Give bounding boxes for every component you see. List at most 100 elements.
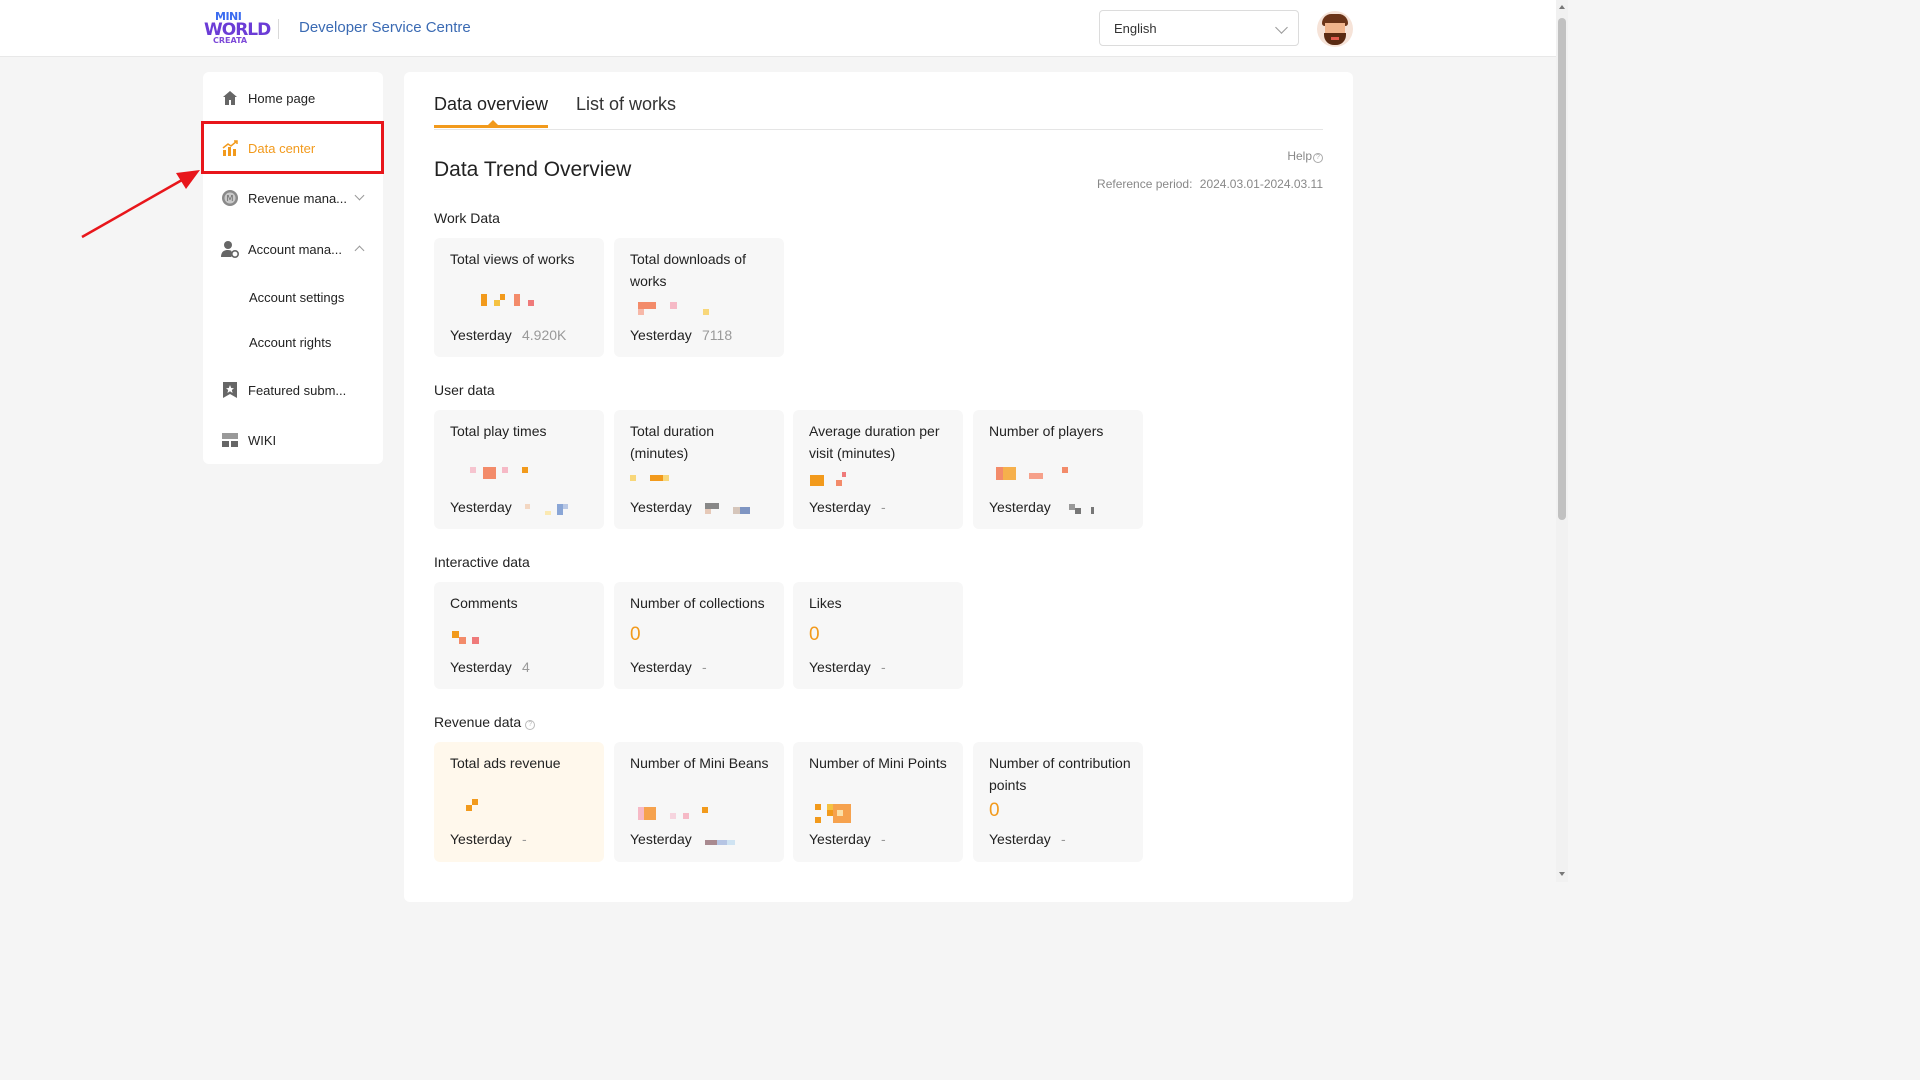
- sidebar-subitem-account-rights[interactable]: Account rights: [249, 335, 331, 350]
- avatar[interactable]: [1317, 11, 1353, 47]
- header-divider: [278, 19, 279, 39]
- stat-card-mini-beans[interactable]: Number of Mini Beans Yesterday: [614, 742, 784, 862]
- stat-card-yesterday-label: Yesterday: [989, 831, 1051, 847]
- section-title-work: Work Data: [434, 210, 500, 226]
- stat-card-yesterday-value: -: [881, 659, 886, 675]
- mini-world-logo[interactable]: MINI WORLD CREATA: [204, 10, 271, 46]
- stat-card-name: Likes: [809, 595, 842, 611]
- reference-period: Reference period: 2024.03.01-2024.03.11: [1097, 177, 1323, 191]
- chevron-down-icon: [1275, 21, 1288, 34]
- chevron-down-icon: [354, 190, 365, 201]
- sidebar-item-label: Home page: [248, 91, 316, 106]
- tab-data-overview[interactable]: Data overview: [434, 94, 548, 115]
- annotation-arrow-icon: [81, 170, 200, 239]
- stat-card-name: Total ads revenue: [450, 755, 561, 771]
- info-icon[interactable]: ?: [525, 720, 536, 730]
- stat-card-comments[interactable]: Comments Yesterday 4: [434, 582, 604, 689]
- stat-card-yesterday-value: -: [1061, 831, 1066, 847]
- user-settings-icon: [221, 241, 239, 258]
- section-title-revenue: Revenue data?: [434, 714, 536, 730]
- stat-card-yesterday-label: Yesterday: [630, 327, 692, 343]
- language-select[interactable]: English: [1099, 10, 1299, 46]
- sidebar-item-label: Featured subm...: [248, 383, 347, 398]
- stat-card-name: Comments: [450, 595, 518, 611]
- sidebar-item-label: Revenue mana...: [248, 191, 348, 206]
- page-title: Data Trend Overview: [434, 158, 632, 181]
- reference-label: Reference period:: [1097, 177, 1193, 191]
- stat-card-average-duration[interactable]: Average duration per visit (minutes) Yes…: [793, 410, 963, 529]
- svg-text:M: M: [227, 194, 234, 203]
- wiki-icon: [222, 433, 238, 447]
- scroll-up-icon[interactable]: [1559, 5, 1565, 9]
- stat-card-name: Number of Mini Beans: [630, 755, 769, 771]
- sidebar-item-revenue[interactable]: M Revenue mana...: [203, 174, 383, 220]
- stat-card-name: Number of collections: [630, 595, 765, 611]
- stat-card-total-duration[interactable]: Total duration (minutes) Yesterday: [614, 410, 784, 529]
- stat-card-name: Average duration per visit (minutes): [809, 423, 940, 461]
- stat-card-number-of-collections[interactable]: Number of collections 0 Yesterday -: [614, 582, 784, 689]
- star-bookmark-icon: [223, 382, 237, 398]
- scroll-thumb[interactable]: [1558, 18, 1566, 520]
- tab-active-underline: [434, 125, 548, 128]
- page-scrollbar[interactable]: [1556, 0, 1568, 882]
- stat-card-likes[interactable]: Likes 0 Yesterday -: [793, 582, 963, 689]
- sidebar-item-featured[interactable]: Featured subm...: [203, 366, 383, 412]
- tab-bar: Data overview List of works: [434, 72, 1323, 130]
- stat-card-name: Total downloads of works: [630, 251, 746, 289]
- stat-card-name: Number of players: [989, 423, 1104, 439]
- site-title[interactable]: Developer Service Centre: [299, 19, 471, 36]
- stat-card-yesterday-label: Yesterday: [630, 831, 692, 847]
- stat-card-mini-points[interactable]: Number of Mini Points Yesterday -: [793, 742, 963, 862]
- stat-card-total: 0: [989, 800, 1000, 821]
- stat-card-yesterday-label: Yesterday: [450, 659, 512, 675]
- annotation-highlight-box: [201, 121, 384, 174]
- stat-card-yesterday-label: Yesterday: [809, 499, 871, 515]
- stat-card-yesterday-label: Yesterday: [989, 499, 1051, 515]
- stat-card-total-ads-revenue[interactable]: Total ads revenue Yesterday -: [434, 742, 604, 862]
- reference-value: 2024.03.01-2024.03.11: [1199, 177, 1323, 191]
- top-bar: MINI WORLD CREATA Developer Service Cent…: [0, 0, 1556, 57]
- stat-card-yesterday-label: Yesterday: [450, 327, 512, 343]
- stat-card-yesterday-value: -: [881, 499, 886, 515]
- stat-card-yesterday-value: 4.920K: [522, 327, 567, 343]
- stat-card-yesterday-value: 7118: [702, 327, 733, 343]
- sidebar-item-wiki[interactable]: WIKI: [203, 416, 383, 462]
- stat-card-yesterday-value: -: [702, 659, 707, 675]
- chevron-up-icon: [354, 245, 365, 256]
- stat-card-yesterday-value: -: [522, 831, 527, 847]
- sidebar-item-account[interactable]: Account mana...: [203, 225, 383, 271]
- sidebar-subitem-account-settings[interactable]: Account settings: [249, 290, 344, 305]
- main-panel: Data overview List of works Data Trend O…: [404, 72, 1353, 902]
- scroll-down-icon[interactable]: [1559, 872, 1565, 876]
- home-icon: [223, 91, 237, 105]
- stat-card-yesterday-value: 4: [522, 659, 530, 675]
- section-title-user: User data: [434, 382, 495, 398]
- stat-card-total: 0: [630, 624, 641, 645]
- stat-card-yesterday-label: Yesterday: [809, 659, 871, 675]
- stat-card-name: Total views of works: [450, 251, 575, 267]
- stat-card-name: Total duration (minutes): [630, 423, 715, 461]
- stat-card-number-of-players[interactable]: Number of players Yesterday: [973, 410, 1143, 529]
- sidebar-item-label: WIKI: [248, 433, 277, 448]
- section-title-label: Revenue data: [434, 714, 522, 730]
- question-icon: ?: [1313, 153, 1323, 163]
- logo-line-3: CREATA: [213, 36, 248, 45]
- help-link[interactable]: Help?: [1287, 149, 1323, 163]
- stat-card-yesterday-label: Yesterday: [630, 499, 692, 515]
- sidebar-item-label: Account mana...: [248, 242, 342, 257]
- stat-card-total: 0: [809, 624, 820, 645]
- stat-card-yesterday-label: Yesterday: [450, 499, 512, 515]
- stat-card-total-play-times[interactable]: Total play times Yesterday: [434, 410, 604, 529]
- coin-icon: M: [222, 190, 238, 206]
- stat-card-contribution-points[interactable]: Number of contribution points 0 Yesterda…: [973, 742, 1143, 862]
- help-label: Help: [1287, 149, 1312, 163]
- stat-card-yesterday-label: Yesterday: [630, 659, 692, 675]
- tab-list-of-works[interactable]: List of works: [576, 94, 676, 115]
- sidebar-item-home[interactable]: Home page: [203, 74, 383, 120]
- stat-card-yesterday-label: Yesterday: [450, 831, 512, 847]
- stat-card-name: Number of contribution points: [989, 755, 1131, 793]
- stat-card-total-views[interactable]: Total views of works Yesterday 4.920K: [434, 238, 604, 357]
- stat-card-name: Number of Mini Points: [809, 755, 947, 771]
- language-value: English: [1114, 21, 1157, 36]
- stat-card-total-downloads[interactable]: Total downloads of works Yesterday 7118: [614, 238, 784, 357]
